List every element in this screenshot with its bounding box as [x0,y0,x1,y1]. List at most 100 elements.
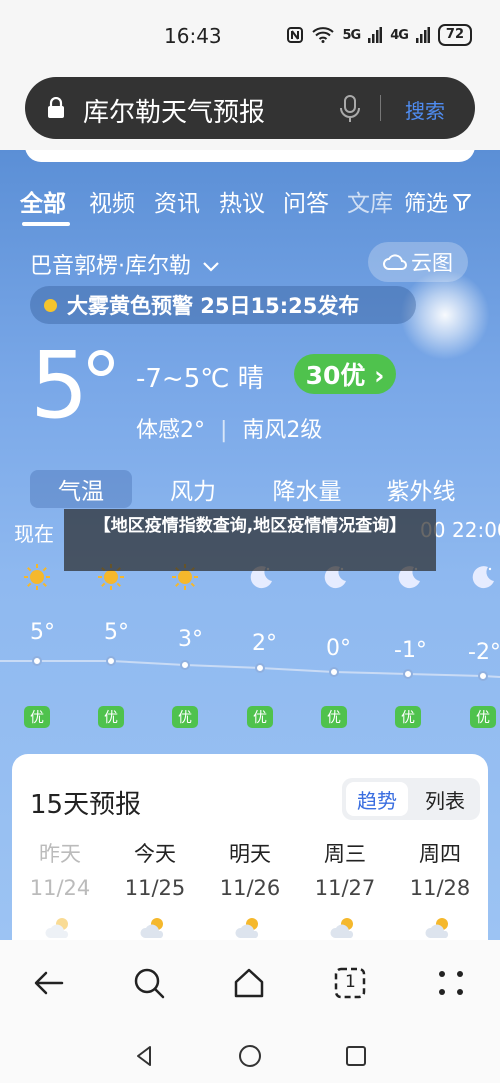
toggle-list[interactable]: 列表 [414,782,476,816]
filter-button[interactable]: 筛选 [404,186,472,218]
forecast-day[interactable]: 今天 11/25 [115,838,195,900]
hour-aqi-badge: 优 [247,706,273,728]
forecast-day[interactable]: 昨天 11/24 [20,838,100,900]
tab-library[interactable]: 文库 [347,184,393,218]
tab-count: 1 [345,972,356,992]
day-date: 11/27 [314,876,376,900]
forecast-day[interactable]: 明天 11/26 [210,838,290,900]
view-toggle: 趋势 列表 [342,778,480,820]
status-icons: 5G 4G 72 [286,24,472,46]
tabs-button[interactable]: 1 [333,966,367,1000]
tab-precipitation[interactable]: 降水量 [254,470,360,508]
day-date: 11/28 [409,876,471,900]
hour-aqi-badge: 优 [395,706,421,728]
day-name: 周四 [419,842,461,866]
temp-point [180,660,190,670]
hour-aqi-badge: 优 [98,706,124,728]
search-icon[interactable] [132,966,166,1000]
signal-5g: 5G [342,27,361,43]
system-back-icon[interactable] [132,1044,156,1068]
wifi-icon [312,27,335,43]
hour-aqi-badge: 优 [470,706,496,728]
tab-qa[interactable]: 问答 [283,184,329,218]
browser-toolbar: 1 [0,940,500,1030]
cloud-map-button[interactable]: 云图 [368,242,468,282]
tab-wind[interactable]: 风力 [142,470,244,508]
aqi-badge[interactable]: 30优 › [294,354,396,394]
sun-icon [24,564,50,590]
tab-discussion[interactable]: 热议 [219,184,265,218]
hour-label: 现在 [14,522,54,546]
feels-like: 体感2° [136,418,205,443]
tab-news[interactable]: 资讯 [154,184,200,218]
degree-symbol [88,350,114,376]
day-name: 明天 [229,842,271,866]
day-name: 昨天 [39,842,81,866]
day-date: 11/24 [29,876,91,900]
signal-bars-icon [415,27,430,43]
sun-cloud-icon [330,918,354,938]
temp-point [478,671,488,681]
cloud-icon [383,254,407,270]
divider: | [220,418,228,443]
day-date: 11/25 [124,876,186,900]
hour-aqi-badge: 优 [172,706,198,728]
sun-cloud-icon [425,918,449,938]
microphone-icon[interactable] [339,95,361,123]
location-selector[interactable]: 巴音郭楞·库尔勒 [30,248,220,280]
tab-uv[interactable]: 紫外线 [368,470,474,508]
alert-text: 大雾黄色预警 25日15:25发布 [67,294,360,318]
day-name: 周三 [324,842,366,866]
forecast-day[interactable]: 周三 11/27 [305,838,385,900]
filter-label: 筛选 [404,192,449,217]
filter-icon [453,194,472,211]
signal-bars-icon [368,27,383,43]
caption-overlay: 【地区疫情指数查询,地区疫情情况查询】 [64,509,436,571]
tab-video[interactable]: 视频 [89,184,135,218]
alert-dot-icon [44,298,57,312]
home-icon[interactable] [232,966,266,1000]
day-date: 11/26 [219,876,281,900]
fog-alert-banner[interactable]: 大雾黄色预警 25日15:25发布 [30,286,416,324]
temp-point [32,656,42,666]
more-menu-icon[interactable] [434,966,468,1000]
forecast-day[interactable]: 周四 11/28 [400,838,480,900]
toggle-trend[interactable]: 趋势 [346,782,408,816]
active-tab-indicator [22,222,70,226]
system-nav-bar [0,1030,500,1083]
tab-all[interactable]: 全部 [20,184,66,218]
hour-label: 22:00 [452,518,500,542]
tab-temperature[interactable]: 气温 [30,470,132,508]
lock-icon [48,97,64,118]
weather-card: 全部 视频 资讯 热议 问答 文库 筛选 巴音郭楞·库尔勒 云图 大雾黄色预警 … [0,150,500,940]
wind-info: 南风2级 [242,418,323,443]
search-input[interactable]: 库尔勒天气预报 [83,92,265,129]
system-recents-icon[interactable] [344,1044,368,1068]
system-home-icon[interactable] [238,1044,262,1068]
temperature-trend-line [0,660,500,678]
hour-aqi-badge: 优 [24,706,50,728]
feels-wind-row: 体感2° | 南风2级 [136,412,322,444]
day-name: 今天 [134,842,176,866]
temp-range-condition: -7~5℃ 晴 [136,364,264,394]
hour-aqi-badge: 优 [321,706,347,728]
temp-point [255,663,265,673]
sun-glow-decoration [400,270,490,360]
battery-indicator: 72 [437,24,472,46]
sun-cloud-icon [45,918,69,938]
search-bar[interactable]: 库尔勒天气预报 搜索 [25,77,475,139]
temp-point [106,656,116,666]
moon-icon [472,566,494,589]
category-tabs: 全部 视频 资讯 热议 问答 文库 筛选 [0,184,500,226]
search-button[interactable]: 搜索 [405,95,445,124]
temp-point [329,667,339,677]
sun-cloud-icon [140,918,164,938]
sun-cloud-icon [235,918,259,938]
back-arrow-icon[interactable] [32,966,66,1000]
hour-temp: 5° [104,620,129,645]
location-name: 巴音郭楞·库尔勒 [30,254,191,279]
card-edge [25,150,475,162]
hour-temp: 5° [30,620,55,645]
status-bar: 16:43 5G 4G 72 [0,0,500,70]
metric-tabs: 气温 风力 降水量 紫外线 [0,470,500,510]
